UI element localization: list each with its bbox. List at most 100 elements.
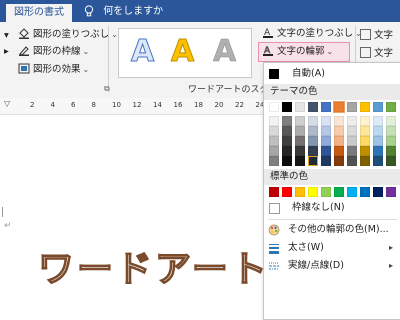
- text-fill-label: 文字の塗りつぶし: [277, 28, 354, 39]
- color-swatch[interactable]: [386, 146, 396, 156]
- color-swatch[interactable]: [373, 102, 383, 112]
- color-swatch[interactable]: [308, 136, 318, 146]
- color-swatch[interactable]: [360, 126, 370, 136]
- color-swatch[interactable]: [334, 146, 344, 156]
- color-swatch[interactable]: [295, 116, 305, 126]
- text-direction-icon: [360, 29, 371, 40]
- standard-color-swatch[interactable]: [308, 187, 318, 197]
- color-swatch[interactable]: [347, 116, 357, 126]
- color-swatch[interactable]: [360, 116, 370, 126]
- text-align-icon: [360, 47, 371, 58]
- chevron-down-icon: ⌄: [82, 47, 90, 56]
- text-align-button[interactable]: 文字: [360, 46, 393, 61]
- color-swatch[interactable]: [321, 102, 331, 112]
- menu-item-no-outline[interactable]: 枠線なし(N): [264, 199, 400, 217]
- color-swatch[interactable]: [308, 156, 318, 166]
- color-swatch[interactable]: [386, 102, 396, 112]
- standard-color-swatch[interactable]: [295, 187, 305, 197]
- text-outline-button-content[interactable]: A 文字の輪郭 ⌄: [262, 44, 333, 59]
- color-swatch[interactable]: [282, 102, 292, 112]
- wordart-style-gallery: A A A: [118, 28, 252, 78]
- text-fill-button[interactable]: A 文字の塗りつぶし ⌄: [262, 26, 362, 41]
- standard-color-swatch[interactable]: [360, 187, 370, 197]
- color-swatch[interactable]: [373, 116, 383, 126]
- color-swatch[interactable]: [373, 156, 383, 166]
- color-swatch[interactable]: [269, 156, 279, 166]
- color-swatch[interactable]: [360, 156, 370, 166]
- color-swatch[interactable]: [295, 156, 305, 166]
- dialog-launcher-icon[interactable]: ⧉: [104, 84, 110, 94]
- ruler-tick-label: 20: [214, 101, 224, 109]
- color-swatch[interactable]: [295, 102, 305, 112]
- text-direction-button[interactable]: 文字: [360, 28, 393, 43]
- wordart-text[interactable]: ワードアート: [37, 240, 270, 292]
- group-divider: [355, 26, 356, 66]
- color-swatch[interactable]: [321, 116, 331, 126]
- color-swatch[interactable]: [269, 102, 279, 112]
- color-swatch[interactable]: [308, 102, 318, 112]
- indent-marker-icon[interactable]: ▽: [4, 99, 10, 108]
- color-swatch[interactable]: [282, 116, 292, 126]
- tell-me-search[interactable]: 何をしますか: [84, 5, 163, 19]
- wordart-style-2[interactable]: A: [170, 34, 194, 69]
- menu-item-more-colors[interactable]: その他の輪郭の色(M)...: [264, 221, 400, 239]
- standard-color-swatch[interactable]: [269, 187, 279, 197]
- standard-color-swatch[interactable]: [347, 187, 357, 197]
- color-swatch[interactable]: [386, 116, 396, 126]
- color-swatch[interactable]: [282, 156, 292, 166]
- wordart-style-3[interactable]: A: [213, 34, 237, 69]
- color-swatch[interactable]: [282, 136, 292, 146]
- color-swatch[interactable]: [269, 146, 279, 156]
- standard-color-swatch[interactable]: [282, 187, 292, 197]
- color-swatch[interactable]: [334, 156, 344, 166]
- color-swatch[interactable]: [373, 136, 383, 146]
- color-swatch[interactable]: [347, 102, 357, 112]
- color-swatch[interactable]: [386, 156, 396, 166]
- color-swatch[interactable]: [334, 136, 344, 146]
- line-weight-icon: [269, 244, 279, 254]
- color-swatch[interactable]: [334, 126, 344, 136]
- text-outline-icon: A: [263, 46, 273, 56]
- color-swatch[interactable]: [386, 136, 396, 146]
- color-swatch[interactable]: [334, 116, 344, 126]
- shape-effects-button[interactable]: 図形の効果 ⌄: [18, 62, 89, 77]
- wordart-style-1[interactable]: A: [130, 34, 154, 69]
- menu-item-auto[interactable]: 自動(A): [264, 65, 400, 83]
- color-swatch[interactable]: [360, 146, 370, 156]
- color-swatch[interactable]: [269, 126, 279, 136]
- color-swatch[interactable]: [321, 136, 331, 146]
- color-swatch[interactable]: [321, 126, 331, 136]
- color-swatch[interactable]: [282, 126, 292, 136]
- standard-color-swatch[interactable]: [334, 187, 344, 197]
- color-swatch[interactable]: [269, 136, 279, 146]
- menu-item-dashes[interactable]: 実線/点線(D) ▸: [264, 257, 400, 275]
- tab-shape-format[interactable]: 図形の書式: [6, 4, 72, 22]
- color-swatch[interactable]: [360, 136, 370, 146]
- color-swatch[interactable]: [295, 126, 305, 136]
- standard-color-swatch[interactable]: [386, 187, 396, 197]
- color-swatch[interactable]: [295, 136, 305, 146]
- color-swatch[interactable]: [386, 126, 396, 136]
- color-swatch[interactable]: [373, 146, 383, 156]
- color-swatch[interactable]: [347, 136, 357, 146]
- color-swatch[interactable]: [308, 146, 318, 156]
- shape-outline-button[interactable]: 図形の枠線 ⌄: [18, 44, 89, 59]
- color-swatch[interactable]: [347, 146, 357, 156]
- color-swatch[interactable]: [347, 156, 357, 166]
- color-swatch[interactable]: [347, 126, 357, 136]
- menu-item-weight[interactable]: 太さ(W) ▸: [264, 239, 400, 257]
- color-swatch[interactable]: [360, 102, 370, 112]
- shape-fill-button[interactable]: 図形の塗りつぶし ⌄: [18, 27, 118, 42]
- color-swatch[interactable]: [333, 101, 345, 113]
- color-swatch[interactable]: [282, 146, 292, 156]
- color-swatch[interactable]: [321, 156, 331, 166]
- color-swatch[interactable]: [269, 116, 279, 126]
- color-swatch[interactable]: [295, 146, 305, 156]
- standard-color-swatch[interactable]: [373, 187, 383, 197]
- standard-color-swatch[interactable]: [321, 187, 331, 197]
- pencil-icon: [19, 46, 29, 56]
- color-swatch[interactable]: [308, 126, 318, 136]
- color-swatch[interactable]: [373, 126, 383, 136]
- color-swatch[interactable]: [321, 146, 331, 156]
- color-swatch[interactable]: [308, 116, 318, 126]
